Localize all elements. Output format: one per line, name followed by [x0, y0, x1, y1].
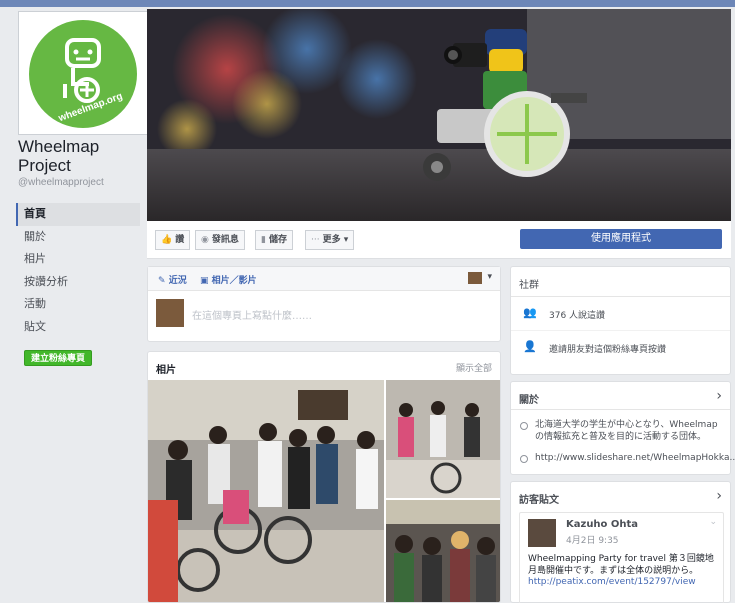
- see-all-link[interactable]: 顯示全部: [456, 361, 492, 374]
- community-header: 社群: [511, 267, 730, 297]
- profile-picture[interactable]: wheelmap.org: [18, 11, 148, 135]
- group-photo-image: [148, 380, 384, 602]
- cover-photo[interactable]: [147, 9, 731, 221]
- photo-icon: ▣: [200, 276, 209, 286]
- sidebar-nav: 首頁 關於 相片 按讚分析 活動 貼文: [16, 203, 140, 338]
- use-app-button[interactable]: 使用應用程式: [520, 229, 722, 249]
- visitor-posts-header[interactable]: 訪客貼文 ›: [511, 482, 730, 510]
- sidebar-item-likes[interactable]: 按讚分析: [16, 271, 140, 294]
- photos-header: 相片 顯示全部: [148, 352, 500, 380]
- chevron-down-icon: ▾: [340, 235, 349, 245]
- visitor-posts-title: 訪客貼文: [519, 495, 559, 506]
- about-header[interactable]: 關於 ›: [511, 382, 730, 410]
- composer-body[interactable]: 在這個專頁上寫點什麼……: [148, 291, 500, 341]
- composer-tabs: ✎ 近況 ▣ 相片／影片 ▾: [148, 267, 500, 291]
- post-timestamp[interactable]: 4月2日 9:35: [566, 533, 619, 546]
- pencil-icon: ✎: [158, 276, 166, 286]
- post-link[interactable]: http://peatix.com/event/152797/view: [528, 577, 696, 587]
- save-button[interactable]: ▮ 儲存: [255, 230, 293, 250]
- like-button[interactable]: 👍 讚: [155, 230, 191, 250]
- crowd-photo-image: [386, 500, 500, 602]
- about-website-link[interactable]: http://www.slideshare.net/WheelmapHokka.…: [535, 452, 735, 464]
- bookmark-icon: ▮: [261, 235, 266, 245]
- posting-as-avatar[interactable]: [468, 272, 482, 284]
- sidebar-item-photos[interactable]: 相片: [16, 248, 140, 271]
- tab-photo-video[interactable]: ▣ 相片／影片: [200, 273, 257, 286]
- about-card: 關於 › 北海道大学の学生が中心となり、Wheelmapの情報拡充と普及を目的に…: [510, 381, 735, 475]
- sidebar-item-about[interactable]: 關於: [16, 226, 140, 249]
- about-title: 關於: [519, 395, 539, 406]
- people-icon: 👥: [523, 306, 537, 319]
- top-bar: [0, 0, 735, 7]
- chevron-right-icon[interactable]: ›: [716, 388, 722, 404]
- chevron-right-icon[interactable]: ›: [716, 488, 722, 504]
- message-button[interactable]: ◉ 發訊息: [195, 230, 245, 250]
- page-action-bar: 👍 讚 ◉ 發訊息 ▮ 儲存 ··· 更多 ▾ 使用應用程式: [147, 221, 731, 259]
- message-icon: ◉: [201, 235, 209, 245]
- sidebar-item-home[interactable]: 首頁: [16, 203, 140, 226]
- sidebar-item-events[interactable]: 活動: [16, 293, 140, 316]
- post-text: Wheelmapping Party for travel 第３回鏡地月島開催中…: [528, 554, 714, 576]
- page-handle[interactable]: @wheelmapproject: [18, 177, 104, 188]
- invite-link: 邀請朋友對這個粉絲專頁按讚: [549, 345, 667, 355]
- composer-input[interactable]: 在這個專頁上寫點什麼……: [192, 307, 312, 322]
- more-dots-icon: ···: [311, 235, 320, 245]
- community-card: 社群 👥 376 人說這讚 👤 邀請朋友對這個粉絲專頁按讚: [510, 266, 731, 375]
- photos-card: 相片 顯示全部: [147, 351, 501, 603]
- more-button[interactable]: ··· 更多 ▾: [305, 230, 355, 250]
- globe-icon: [520, 455, 528, 463]
- likes-row[interactable]: 👥 376 人說這讚: [511, 297, 730, 331]
- info-icon: [520, 422, 528, 430]
- avatar[interactable]: [528, 519, 556, 547]
- visitor-post: Kazuho Ohta 4月2日 9:35 ⌄ Wheelmapping Par…: [519, 512, 724, 603]
- create-page-button[interactable]: 建立粉絲專頁: [24, 350, 93, 366]
- tab-status[interactable]: ✎ 近況: [158, 273, 187, 286]
- chevron-down-icon[interactable]: ▾: [487, 272, 492, 282]
- add-person-icon: 👤: [523, 340, 537, 353]
- likes-count: 376 人說這讚: [549, 311, 606, 321]
- post-composer: ✎ 近況 ▣ 相片／影片 ▾ 在這個專頁上寫點什麼……: [147, 266, 501, 342]
- post-author[interactable]: Kazuho Ohta: [566, 519, 638, 530]
- invite-row[interactable]: 👤 邀請朋友對這個粉絲專頁按讚: [511, 331, 730, 365]
- page-name[interactable]: Wheelmap Project: [18, 137, 148, 175]
- thumbs-up-icon: 👍: [161, 235, 173, 245]
- cover-lego-wheelchair-image: [147, 9, 731, 221]
- photo-thumbnail[interactable]: [386, 500, 500, 602]
- chevron-down-icon[interactable]: ⌄: [709, 517, 717, 527]
- left-sidebar: wheelmap.org Wheelmap Project @wheelmapp…: [10, 7, 148, 603]
- sidebar-item-posts[interactable]: 貼文: [16, 316, 140, 339]
- community-title[interactable]: 社群: [519, 276, 539, 291]
- about-description: 北海道大学の学生が中心となり、Wheelmapの情報拡充と普及を目的に活動する団…: [535, 420, 718, 442]
- visitor-posts-card: 訪客貼文 › Kazuho Ohta 4月2日 9:35 ⌄ Wheelmapp…: [510, 481, 731, 603]
- photo-thumbnail[interactable]: [148, 380, 384, 602]
- photos-title[interactable]: 相片: [156, 361, 176, 376]
- photo-thumbnail[interactable]: [386, 380, 500, 498]
- avatar: [156, 299, 184, 327]
- wheelmap-logo: wheelmap.org: [29, 20, 137, 128]
- station-photo-image: [386, 380, 500, 498]
